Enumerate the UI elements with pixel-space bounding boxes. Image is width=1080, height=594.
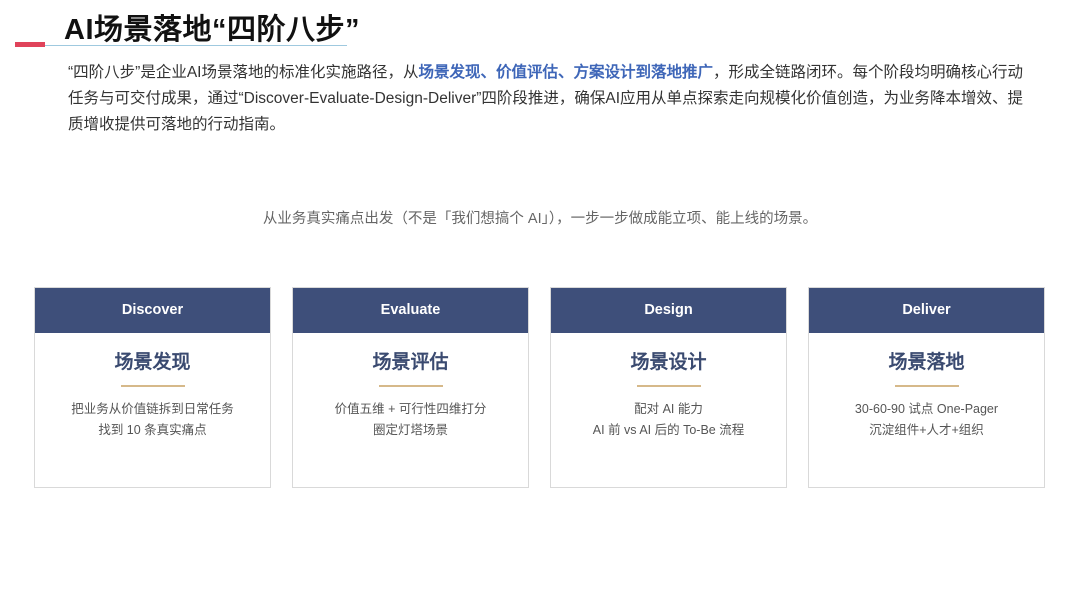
card-divider	[120, 385, 185, 387]
card-header: Design	[551, 288, 786, 333]
title-accent-bar	[15, 42, 45, 47]
card-header: Deliver	[809, 288, 1044, 333]
card-body: 价值五维 + 可行性四维打分 圈定灯塔场景	[293, 399, 528, 441]
card-body: 30-60-90 试点 One-Pager 沉淀组件+人才+组织	[809, 399, 1044, 441]
card-body-line: 价值五维 + 可行性四维打分	[334, 402, 487, 416]
card-body: 把业务从价值链拆到日常任务 找到 10 条真实痛点	[35, 399, 270, 441]
stage-card-design: Design 场景设计 配对 AI 能力 AI 前 vs AI 后的 To-Be…	[550, 287, 787, 488]
stage-card-deliver: Deliver 场景落地 30-60-90 试点 One-Pager 沉淀组件+…	[808, 287, 1045, 488]
intro-text-start: “四阶八步”是企业AI场景落地的标准化实施路径，从	[68, 64, 419, 81]
card-title: 场景评估	[372, 352, 449, 373]
card-divider	[378, 385, 443, 387]
stage-card-evaluate: Evaluate 场景评估 价值五维 + 可行性四维打分 圈定灯塔场景	[292, 287, 529, 488]
card-body-line: AI 前 vs AI 后的 To-Be 流程	[592, 423, 745, 437]
title-underline	[45, 45, 347, 46]
card-header: Discover	[35, 288, 270, 333]
stage-card-discover: Discover 场景发现 把业务从价值链拆到日常任务 找到 10 条真实痛点	[34, 287, 271, 488]
card-body-line: 把业务从价值链拆到日常任务	[71, 402, 234, 416]
card-title: 场景落地	[888, 352, 965, 373]
card-body-line: 配对 AI 能力	[634, 402, 703, 416]
section-subtitle: 从业务真实痛点出发（不是「我们想搞个 AI」），一步一步做成能立项、能上线的场景…	[262, 211, 818, 227]
card-body-line: 找到 10 条真实痛点	[98, 423, 207, 437]
card-body: 配对 AI 能力 AI 前 vs AI 后的 To-Be 流程	[551, 399, 786, 441]
card-title: 场景发现	[114, 352, 191, 373]
intro-paragraph: “四阶八步”是企业AI场景落地的标准化实施路径，从场景发现、价值评估、方案设计到…	[68, 60, 1034, 138]
intro-highlight: 场景发现、价值评估、方案设计到落地推广	[418, 64, 713, 81]
page-title: AI场景落地“四阶八步”	[64, 14, 361, 46]
card-body-line: 30-60-90 试点 One-Pager	[854, 402, 999, 416]
card-body-line: 沉淀组件+人才+组织	[869, 423, 984, 437]
card-divider	[636, 385, 701, 387]
card-body-line: 圈定灯塔场景	[372, 423, 448, 437]
card-divider	[894, 385, 959, 387]
card-header: Evaluate	[293, 288, 528, 333]
card-title: 场景设计	[630, 352, 707, 373]
